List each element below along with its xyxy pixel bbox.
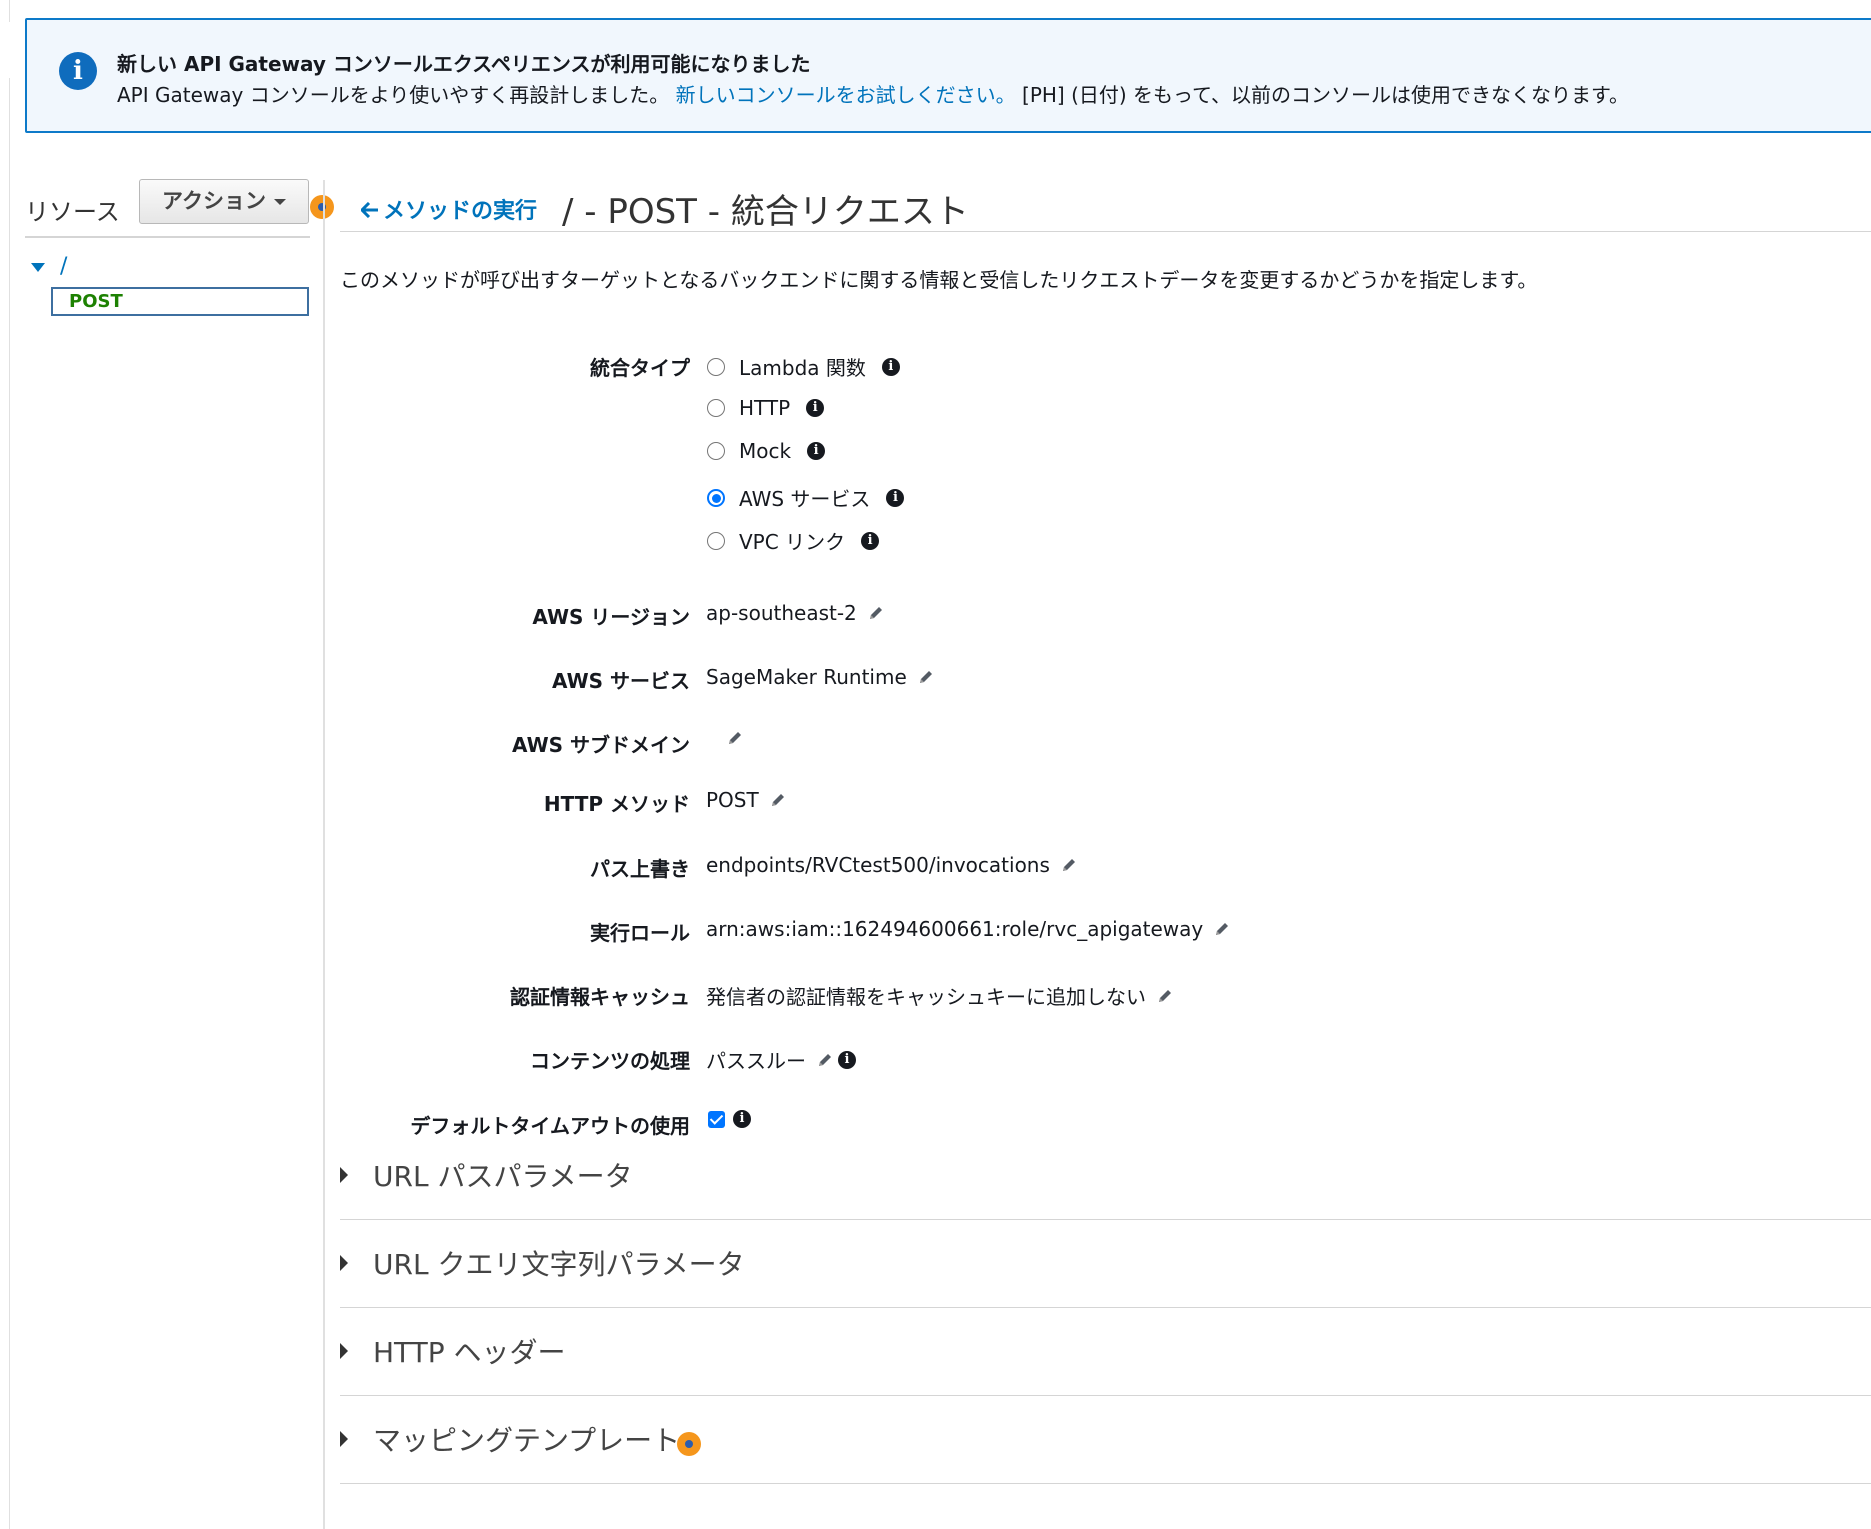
credentials-cache-label: 認証情報キャッシュ [510, 985, 690, 1009]
caret-right-icon [340, 1255, 348, 1271]
back-link-label: メソッドの実行 [383, 199, 538, 224]
aws-service-value: SageMaker Runtime [706, 665, 907, 689]
pencil-icon[interactable] [726, 729, 744, 747]
actions-button-label: アクション [162, 189, 266, 213]
credentials-cache-value-row: 発信者の認証情報をキャッシュキーに追加しない [706, 981, 1174, 1010]
aws-service-label: AWS サービス [551, 669, 690, 693]
radio-label: AWS サービス [739, 487, 871, 511]
section-title: URL クエリ文字列パラメータ [373, 1248, 745, 1281]
radio-label: HTTP [739, 396, 791, 420]
arrow-left-icon [359, 199, 379, 224]
radio-button[interactable] [707, 357, 725, 376]
pencil-icon[interactable] [867, 604, 885, 622]
radio-lambda-function[interactable]: Lambda 関数 i [707, 352, 900, 381]
radio-button[interactable] [707, 442, 725, 460]
path-override-value: endpoints/RVCtest500/invocations [706, 853, 1050, 877]
highlight-marker [310, 195, 334, 219]
pencil-icon[interactable] [769, 791, 787, 809]
default-timeout-value-row: i [708, 1110, 751, 1128]
content-handling-value-row: パススルー i [706, 1045, 856, 1074]
info-icon[interactable]: i [861, 531, 880, 550]
info-icon[interactable]: i [838, 1050, 856, 1069]
actions-dropdown-button[interactable]: アクション [139, 179, 309, 224]
section-http-headers[interactable]: HTTP ヘッダー [340, 1308, 1871, 1396]
aws-region-value-row: ap-southeast-2 [706, 601, 885, 625]
section-title: URL パスパラメータ [373, 1160, 633, 1193]
execution-role-value: arn:aws:iam::162494600661:role/rvc_apiga… [706, 917, 1204, 941]
page-description: このメソッドが呼び出すターゲットとなるバックエンドに関する情報と受信したリクエス… [340, 268, 1538, 292]
banner-body-suffix: [PH] (日付) をもって、以前のコンソールは使用できなくなります。 [1022, 83, 1630, 107]
section-mapping-templates[interactable]: マッピングテンプレート [340, 1396, 1871, 1484]
content-handling-label: コンテンツの処理 [530, 1049, 690, 1073]
execution-role-label: 実行ロール [590, 921, 690, 945]
credentials-cache-value: 発信者の認証情報をキャッシュキーに追加しない [706, 985, 1146, 1009]
execution-role-value-row: arn:aws:iam::162494600661:role/rvc_apiga… [706, 917, 1231, 941]
aws-region-label: AWS リージョン [532, 605, 690, 629]
aws-region-value: ap-southeast-2 [706, 601, 857, 625]
gutter-line [0, 78, 10, 1529]
resources-heading: リソース [25, 198, 120, 226]
radio-button[interactable] [707, 399, 725, 417]
info-icon[interactable]: i [886, 488, 905, 507]
caret-right-icon [340, 1167, 348, 1183]
radio-vpc-link[interactable]: VPC リンク i [707, 526, 880, 555]
path-override-label: パス上書き [590, 857, 690, 881]
info-icon[interactable]: i [806, 399, 825, 417]
radio-button-selected[interactable] [707, 488, 725, 507]
info-icon[interactable]: i [807, 442, 826, 460]
info-icon: i [59, 52, 97, 90]
pencil-icon[interactable] [917, 668, 935, 686]
http-method-value: POST [706, 788, 759, 812]
radio-label: VPC リンク [739, 530, 846, 554]
panel-divider [323, 180, 325, 1529]
highlight-marker [677, 1432, 701, 1456]
info-icon[interactable]: i [733, 1110, 751, 1128]
pencil-icon[interactable] [816, 1051, 834, 1069]
radio-label: Lambda 関数 [739, 356, 866, 380]
pencil-icon[interactable] [1060, 856, 1078, 874]
radio-aws-service[interactable]: AWS サービス i [707, 483, 905, 512]
aws-subdomain-value-row [716, 729, 744, 747]
pencil-icon[interactable] [1213, 920, 1231, 938]
header-divider [340, 231, 1871, 232]
section-url-path-parameters[interactable]: URL パスパラメータ [340, 1132, 1871, 1220]
radio-http[interactable]: HTTP i [707, 396, 825, 420]
radio-mock[interactable]: Mock i [707, 439, 826, 463]
resource-root[interactable]: / [60, 254, 67, 279]
chevron-down-icon [273, 199, 286, 205]
content-handling-value: パススルー [706, 1049, 806, 1073]
tree-expand-icon[interactable] [31, 263, 45, 272]
caret-right-icon [340, 1343, 348, 1359]
section-title: マッピングテンプレート [373, 1424, 681, 1457]
radio-label: Mock [739, 439, 792, 463]
http-method-value-row: POST [706, 788, 787, 812]
banner-body-prefix: API Gateway コンソールをより使いやすく再設計しました。 [117, 83, 670, 107]
gutter-edge [0, 0, 10, 22]
http-method-label: HTTP メソッド [543, 792, 690, 816]
info-icon[interactable]: i [881, 357, 900, 376]
try-new-console-link[interactable]: 新しいコンソールをお試しください。 [676, 83, 1016, 107]
aws-subdomain-label: AWS サブドメイン [511, 733, 690, 757]
path-override-value-row: endpoints/RVCtest500/invocations [706, 853, 1078, 877]
method-execution-back-link[interactable]: メソッドの実行 [359, 193, 538, 225]
radio-button[interactable] [707, 531, 725, 550]
default-timeout-checkbox[interactable] [708, 1110, 725, 1128]
section-url-query-string-parameters[interactable]: URL クエリ文字列パラメータ [340, 1220, 1871, 1308]
banner-title: 新しい API Gateway コンソールエクスペリエンスが利用可能になりました [117, 52, 811, 76]
integration-type-label: 統合タイプ [590, 356, 690, 380]
page-title: / - POST - 統合リクエスト [562, 192, 969, 232]
sidebar-divider [25, 236, 310, 238]
section-title: HTTP ヘッダー [373, 1336, 566, 1369]
new-console-banner: i 新しい API Gateway コンソールエクスペリエンスが利用可能になりま… [25, 18, 1871, 133]
resource-method-post[interactable]: POST [51, 287, 309, 316]
caret-right-icon [340, 1431, 348, 1447]
pencil-icon[interactable] [1156, 987, 1174, 1005]
banner-body: API Gateway コンソールをより使いやすく再設計しました。 新しいコンソ… [117, 79, 1629, 108]
aws-service-value-row: SageMaker Runtime [706, 665, 935, 689]
